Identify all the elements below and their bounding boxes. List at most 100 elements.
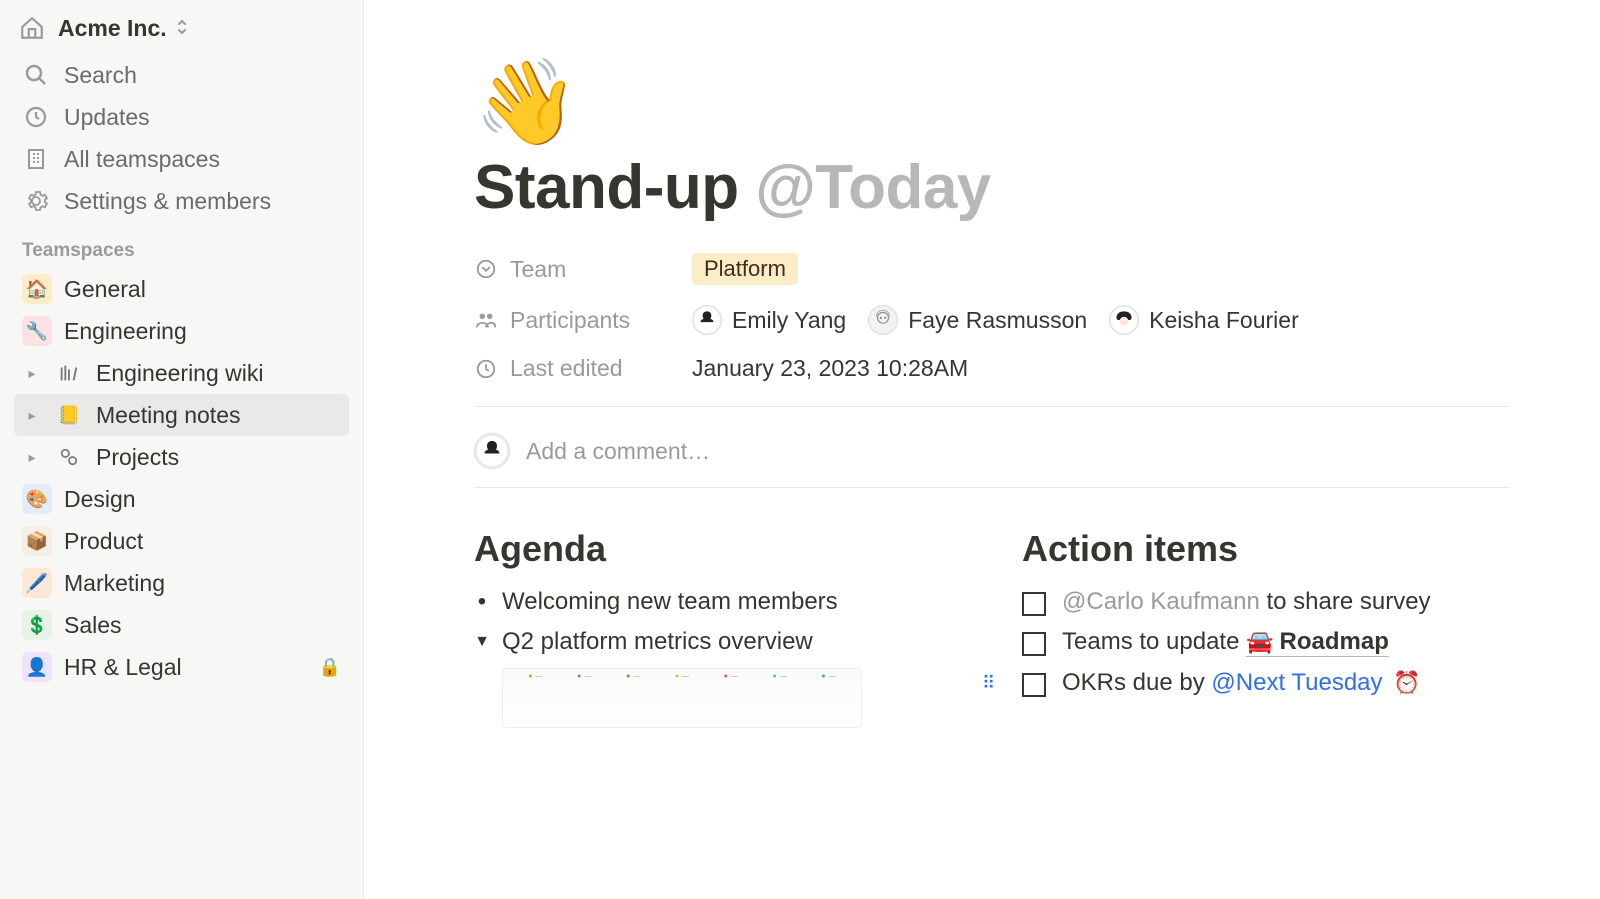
workspace-switcher[interactable]: Acme Inc.	[14, 10, 349, 54]
sidebar-item-meeting-notes[interactable]: ▸ 📒 Meeting notes	[14, 394, 349, 436]
team-tag[interactable]: Platform	[692, 253, 798, 285]
wrench-icon: 🔧	[22, 316, 52, 346]
sidebar-item-label: Marketing	[64, 570, 341, 597]
todo-item[interactable]: ⠿ OKRs due by @Next Tuesday ⏰	[1022, 669, 1510, 697]
notebook-icon: 📒	[54, 400, 84, 430]
property-label: Team	[474, 256, 692, 283]
avatar	[692, 305, 722, 335]
date-mention[interactable]: @Next Tuesday	[1211, 669, 1382, 696]
people-icon	[474, 308, 498, 332]
agenda-text: Welcoming new team members	[502, 588, 838, 616]
content-columns: Agenda • Welcoming new team members ▼ Q2…	[474, 528, 1510, 728]
nav-label: Settings & members	[64, 188, 271, 215]
property-value[interactable]: Emily Yang Faye Rasmusson Keisha Fourier	[692, 305, 1299, 335]
property-team[interactable]: Team Platform	[474, 253, 1510, 285]
clock-icon	[474, 357, 498, 381]
sidebar-item-projects[interactable]: ▸ Projects	[14, 436, 349, 478]
lock-icon: 🔒	[319, 657, 341, 678]
gear-icon	[22, 187, 50, 215]
property-value: January 23, 2023 10:28AM	[692, 355, 968, 382]
house-icon: 🏠	[22, 274, 52, 304]
teamspaces-header: Teamspaces	[14, 222, 349, 268]
toggle-icon[interactable]: ▼	[474, 628, 490, 656]
nav-label: Search	[64, 62, 137, 89]
property-label: Participants	[474, 307, 692, 334]
avatar	[474, 433, 510, 469]
package-icon: 📦	[22, 526, 52, 556]
chevron-right-icon[interactable]: ▸	[22, 449, 42, 466]
participant[interactable]: Emily Yang	[692, 305, 846, 335]
sidebar-item-engineering-wiki[interactable]: ▸ Engineering wiki	[14, 352, 349, 394]
participant-name: Keisha Fourier	[1149, 307, 1299, 334]
nav-label: Updates	[64, 104, 150, 131]
sidebar-item-label: HR & Legal	[64, 654, 303, 681]
participant[interactable]: Keisha Fourier	[1109, 305, 1299, 335]
property-last-edited[interactable]: Last edited January 23, 2023 10:28AM	[474, 355, 1510, 382]
chevron-up-down-icon	[175, 18, 189, 39]
select-icon	[474, 257, 498, 281]
person-icon: 👤	[22, 652, 52, 682]
agenda-item[interactable]: • Welcoming new team members	[474, 588, 962, 616]
palette-icon: 🎨	[22, 484, 52, 514]
sidebar-item-label: Product	[64, 528, 341, 555]
nav-search[interactable]: Search	[14, 54, 349, 96]
participant[interactable]: Faye Rasmusson	[868, 305, 1087, 335]
title-mention[interactable]: @Today	[755, 153, 990, 222]
participant-name: Faye Rasmusson	[908, 307, 1087, 334]
agenda-column: Agenda • Welcoming new team members ▼ Q2…	[474, 528, 962, 728]
nav-settings[interactable]: Settings & members	[14, 180, 349, 222]
page-title[interactable]: Stand-up @Today	[474, 152, 1510, 223]
sidebar-item-general[interactable]: 🏠 General	[14, 268, 349, 310]
home-icon	[18, 14, 46, 42]
avatar	[1109, 305, 1139, 335]
page-link[interactable]: 🚘 Roadmap	[1246, 628, 1389, 657]
building-icon	[22, 145, 50, 173]
car-icon: 🚘	[1246, 629, 1273, 655]
sidebar-item-marketing[interactable]: 🖊️ Marketing	[14, 562, 349, 604]
todo-item[interactable]: Teams to update 🚘 Roadmap	[1022, 628, 1510, 657]
action-items-column: Action items @Carlo Kaufmann to share su…	[1022, 528, 1510, 728]
comment-input[interactable]: Add a comment…	[474, 425, 1510, 487]
agenda-item-toggle[interactable]: ▼ Q2 platform metrics overview	[474, 628, 962, 656]
nav-all-teamspaces[interactable]: All teamspaces	[14, 138, 349, 180]
sidebar-item-design[interactable]: 🎨 Design	[14, 478, 349, 520]
chevron-right-icon[interactable]: ▸	[22, 407, 42, 424]
pen-icon: 🖊️	[22, 568, 52, 598]
sidebar: Acme Inc. Search Updates All teamspaces …	[0, 0, 364, 899]
chevron-right-icon[interactable]: ▸	[22, 365, 42, 382]
library-icon	[54, 358, 84, 388]
chart-legend: ———————	[511, 673, 853, 680]
nav-updates[interactable]: Updates	[14, 96, 349, 138]
sidebar-item-label: Engineering wiki	[96, 360, 341, 387]
checkbox[interactable]	[1022, 592, 1046, 616]
checkbox[interactable]	[1022, 632, 1046, 656]
divider	[474, 487, 1510, 488]
agenda-heading[interactable]: Agenda	[474, 528, 962, 570]
embedded-chart[interactable]: ———————	[502, 668, 862, 728]
sidebar-item-engineering[interactable]: 🔧 Engineering	[14, 310, 349, 352]
sidebar-item-sales[interactable]: 💲 Sales	[14, 604, 349, 646]
page-emoji[interactable]: 👋	[474, 60, 1510, 144]
sidebar-item-label: General	[64, 276, 341, 303]
avatar	[868, 305, 898, 335]
search-icon	[22, 61, 50, 89]
property-participants[interactable]: Participants Emily Yang Faye Rasmusson	[474, 305, 1510, 335]
gears-icon	[54, 442, 84, 472]
sidebar-item-product[interactable]: 📦 Product	[14, 520, 349, 562]
sidebar-item-hr-legal[interactable]: 👤 HR & Legal 🔒	[14, 646, 349, 688]
action-items-heading[interactable]: Action items	[1022, 528, 1510, 570]
main-content: 👋 Stand-up @Today Team Platform Particip…	[364, 0, 1600, 899]
bullet-icon: •	[474, 588, 490, 616]
todo-text: Teams to update 🚘 Roadmap	[1062, 628, 1389, 657]
todo-item[interactable]: @Carlo Kaufmann to share survey	[1022, 588, 1510, 616]
drag-handle-icon[interactable]: ⠿	[982, 673, 997, 694]
person-mention[interactable]: @Carlo Kaufmann	[1062, 588, 1260, 615]
clock-icon	[22, 103, 50, 131]
property-value[interactable]: Platform	[692, 253, 798, 285]
checkbox[interactable]	[1022, 673, 1046, 697]
sidebar-item-label: Engineering	[64, 318, 341, 345]
property-label: Last edited	[474, 355, 692, 382]
workspace-name: Acme Inc.	[58, 15, 167, 42]
sidebar-item-label: Design	[64, 486, 341, 513]
sidebar-item-label: Sales	[64, 612, 341, 639]
